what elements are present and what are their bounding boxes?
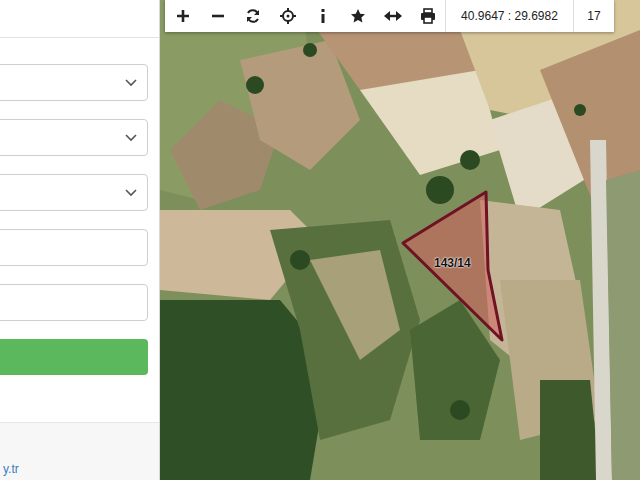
map-toolbar: 40.9647 : 29.698217 — [165, 0, 614, 32]
horizontal-arrows-icon — [384, 8, 402, 24]
refresh-icon — [245, 8, 261, 24]
printer-icon — [420, 8, 436, 24]
query-form — [0, 38, 148, 375]
plus-icon — [175, 8, 191, 24]
crosshair-icon — [280, 8, 296, 24]
chevron-down-icon — [125, 134, 137, 142]
map-view[interactable]: 143/14 40.9647 : 29.698217 — [160, 0, 640, 480]
dropdown-select[interactable] — [0, 174, 148, 211]
footer-link[interactable]: y.tr — [3, 462, 19, 476]
print-button[interactable] — [410, 0, 445, 32]
refresh-button[interactable] — [235, 0, 270, 32]
parcel-query-page: y.tr 143/14 40.9647 : 29.698217 — [0, 0, 640, 480]
zoom-in-button[interactable] — [165, 0, 200, 32]
coordinates-readout: 40.9647 : 29.6982 — [445, 0, 573, 32]
locate-button[interactable] — [270, 0, 305, 32]
satellite-imagery — [160, 0, 640, 480]
chevron-down-icon — [125, 189, 137, 197]
star-icon — [350, 8, 366, 24]
panel-header — [0, 0, 159, 38]
zoom-level: 17 — [573, 0, 614, 32]
zoom-out-button[interactable] — [200, 0, 235, 32]
parcel-label: 143/14 — [434, 256, 471, 270]
minus-icon — [210, 8, 226, 24]
dropdown-select[interactable] — [0, 64, 148, 101]
text-input[interactable] — [0, 284, 148, 321]
info-icon — [315, 8, 331, 24]
info-button[interactable] — [305, 0, 340, 32]
parcel-polygon[interactable] — [403, 192, 502, 340]
text-input[interactable] — [0, 229, 148, 266]
measure-button[interactable] — [375, 0, 410, 32]
query-button[interactable] — [0, 339, 148, 375]
favorite-button[interactable] — [340, 0, 375, 32]
dropdown-select[interactable] — [0, 119, 148, 156]
chevron-down-icon — [125, 79, 137, 87]
query-panel: y.tr — [0, 0, 160, 480]
panel-footer: y.tr — [0, 422, 159, 480]
